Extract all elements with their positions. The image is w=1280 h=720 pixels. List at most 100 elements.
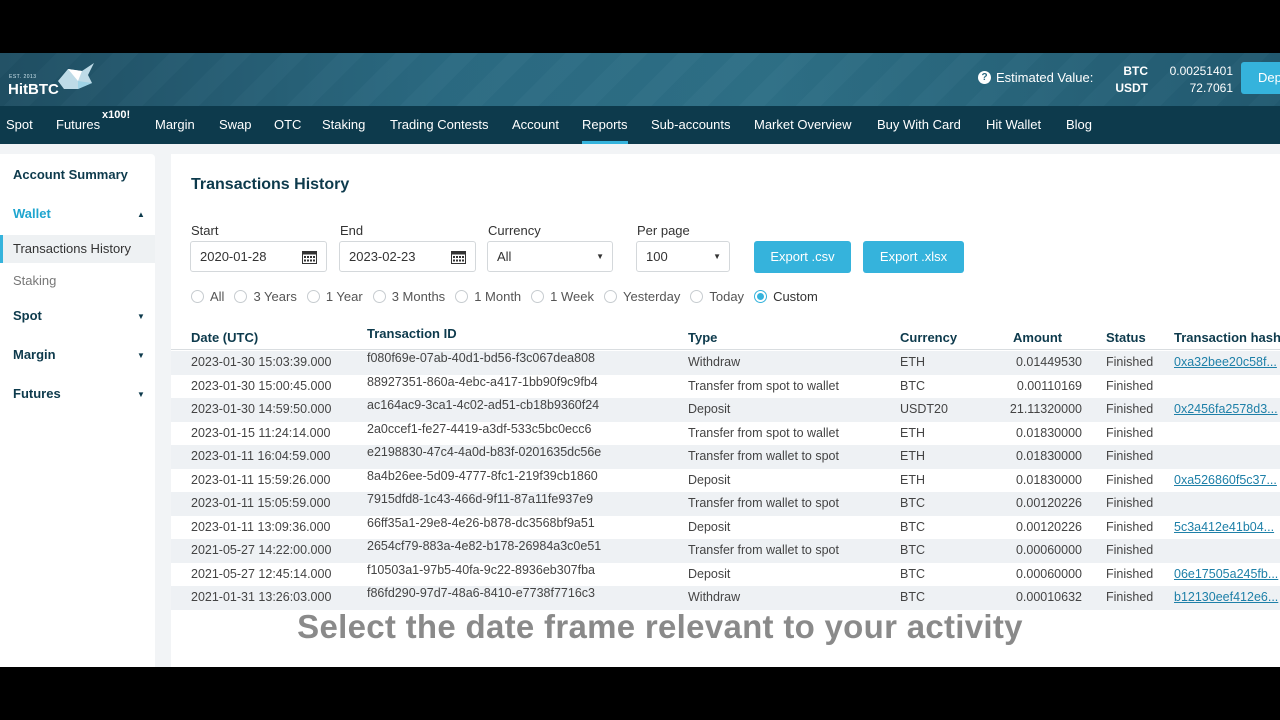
cell-transaction-hash[interactable]: b12130eef412e6... (1174, 590, 1278, 604)
range-today[interactable]: Today (690, 289, 744, 304)
range-custom[interactable]: Custom (754, 289, 818, 304)
cell-currency: BTC (900, 543, 925, 557)
radio-icon[interactable] (372, 290, 386, 303)
sidebar-futures[interactable]: Futures (13, 386, 61, 401)
hitbtc-logo[interactable]: EST. 2013 HitBTC (8, 61, 108, 101)
calendar-icon[interactable] (302, 250, 317, 264)
chevron-down-icon[interactable]: ▼ (137, 312, 145, 321)
cell-type: Transfer from spot to wallet (688, 425, 839, 440)
cell-status: Finished (1106, 355, 1154, 369)
balance-currency: USDT (1115, 80, 1148, 95)
radio-icon[interactable] (234, 290, 248, 303)
cell-date: 2021-05-27 14:22:00.000 (191, 543, 332, 557)
start-date-input[interactable]: 2020-01-28 (190, 241, 327, 272)
currency-select[interactable]: All ▼ (487, 241, 613, 272)
cell-currency: ETH (900, 355, 925, 369)
cell-transaction-id: 7915dfd8-1c43-466d-9f11-87a11fe937e9 (367, 492, 594, 506)
per-page-value: 100 (646, 249, 668, 264)
nav-item-otc[interactable]: OTC (274, 106, 301, 144)
col-currency[interactable]: Currency (900, 330, 957, 345)
nav-item-blog[interactable]: Blog (1066, 106, 1092, 144)
end-date-input[interactable]: 2023-02-23 (339, 241, 476, 272)
nav-item-spot[interactable]: Spot (6, 106, 33, 144)
cell-currency: ETH (900, 449, 925, 463)
deposit-button[interactable]: Dep (1241, 62, 1280, 94)
range-3-years[interactable]: 3 Years (234, 289, 297, 304)
cell-transaction-hash[interactable]: 5c3a412e41b04... (1174, 520, 1274, 534)
radio-icon[interactable] (191, 290, 204, 303)
range-1-week[interactable]: 1 Week (531, 289, 594, 304)
cell-type: Deposit (688, 402, 731, 416)
cell-transaction-hash[interactable]: 06e17505a245fb... (1174, 567, 1278, 581)
per-page-select[interactable]: 100 ▼ (636, 241, 730, 272)
radio-icon[interactable] (531, 290, 545, 303)
nav-item-futures[interactable]: Futures (56, 106, 100, 144)
nav-item-buy-with-card[interactable]: Buy With Card (877, 106, 961, 144)
sidebar-account-summary[interactable]: Account Summary (13, 167, 128, 182)
col-transaction-id[interactable]: Transaction ID (367, 326, 457, 341)
nav-item-sub-accounts[interactable]: Sub-accounts (651, 106, 731, 144)
sidebar-item-staking[interactable]: Staking (0, 267, 155, 295)
start-date-value: 2020-01-28 (200, 249, 267, 264)
cell-amount: 0.00120226 (1015, 496, 1082, 510)
cell-transaction-id: 66ff35a1-29e8-4e26-b878-dc3568bf9a51 (367, 515, 595, 530)
nav-item-trading-contests[interactable]: Trading Contests (390, 106, 489, 144)
export-xlsx-button[interactable]: Export .xlsx (863, 241, 964, 273)
cell-type: Transfer from wallet to spot (688, 449, 839, 463)
help-icon[interactable]: ? (978, 71, 991, 84)
cell-amount: 0.00010632 (1015, 590, 1082, 604)
nav-item-reports[interactable]: Reports (582, 106, 628, 144)
cell-transaction-id: e2198830-47c4-4a0d-b83f-0201635dc56e (367, 445, 602, 459)
sidebar-margin[interactable]: Margin (13, 347, 56, 362)
radio-icon[interactable] (455, 290, 469, 303)
export-csv-button[interactable]: Export .csv (754, 241, 851, 273)
col-transaction-hash[interactable]: Transaction hash (1174, 330, 1280, 345)
page-title: Transactions History (191, 176, 350, 193)
col-status[interactable]: Status (1106, 330, 1146, 345)
cell-type: Deposit (688, 566, 731, 581)
range-all[interactable]: All (191, 289, 224, 304)
nav-item-hit-wallet[interactable]: Hit Wallet (986, 106, 1041, 144)
col-date[interactable]: Date (UTC) (191, 330, 258, 345)
radio-icon[interactable] (306, 290, 320, 303)
cell-transaction-id: 2a0ccef1-fe27-4419-a3df-533c5bc0ecc6 (367, 421, 592, 436)
nav-item-account[interactable]: Account (512, 106, 559, 144)
cell-currency: BTC (900, 519, 925, 534)
cell-date: 2023-01-30 15:03:39.000 (191, 355, 332, 369)
nav-item-margin[interactable]: Margin (155, 106, 195, 144)
per-page-label: Per page (637, 223, 690, 238)
nav-item-market-overview[interactable]: Market Overview (754, 106, 852, 144)
nav-item-staking[interactable]: Staking (322, 106, 365, 144)
chevron-down-icon[interactable]: ▼ (137, 351, 145, 360)
sidebar-wallet[interactable]: Wallet (13, 206, 51, 221)
radio-icon[interactable] (604, 290, 618, 303)
col-type[interactable]: Type (688, 330, 717, 345)
radio-selected-icon[interactable] (754, 290, 768, 303)
cell-amount: 0.01830000 (1015, 425, 1082, 440)
bull-logo-icon (58, 63, 94, 89)
top-header: EST. 2013 HitBTC ? Estimated Value: BTC … (0, 53, 1280, 106)
cell-date: 2023-01-30 15:00:45.000 (191, 378, 332, 393)
cell-transaction-hash[interactable]: 0x2456fa2578d3... (1174, 402, 1278, 416)
nav-item-swap[interactable]: Swap (219, 106, 252, 144)
table-row: 2023-01-30 14:59:50.000 ac164ac9-3ca1-4c0… (171, 398, 1280, 422)
cell-type: Deposit (688, 519, 731, 534)
cell-transaction-hash[interactable]: 0xa32bee20c58f... (1174, 355, 1277, 369)
range-3-months[interactable]: 3 Months (372, 289, 445, 304)
sidebar-item-transactions-history[interactable]: Transactions History (0, 235, 155, 263)
chevron-up-icon[interactable]: ▲ (137, 210, 145, 219)
cell-amount: 0.01449530 (1015, 355, 1082, 369)
col-amount[interactable]: Amount (1013, 330, 1062, 345)
calendar-icon[interactable] (451, 250, 466, 264)
chevron-down-icon[interactable]: ▼ (137, 390, 145, 399)
date-range-options: All 3 Years 1 Year 3 Months 1 Month 1 We… (191, 289, 828, 304)
range-1-month[interactable]: 1 Month (455, 289, 521, 304)
cell-type: Transfer from wallet to spot (688, 543, 839, 557)
sidebar-spot[interactable]: Spot (13, 308, 42, 323)
cell-status: Finished (1106, 449, 1154, 463)
range-yesterday[interactable]: Yesterday (604, 289, 680, 304)
radio-icon[interactable] (690, 290, 704, 303)
cell-transaction-hash[interactable]: 0xa526860f5c37... (1174, 473, 1277, 487)
cell-status: Finished (1106, 543, 1154, 557)
range-1-year[interactable]: 1 Year (306, 289, 363, 304)
